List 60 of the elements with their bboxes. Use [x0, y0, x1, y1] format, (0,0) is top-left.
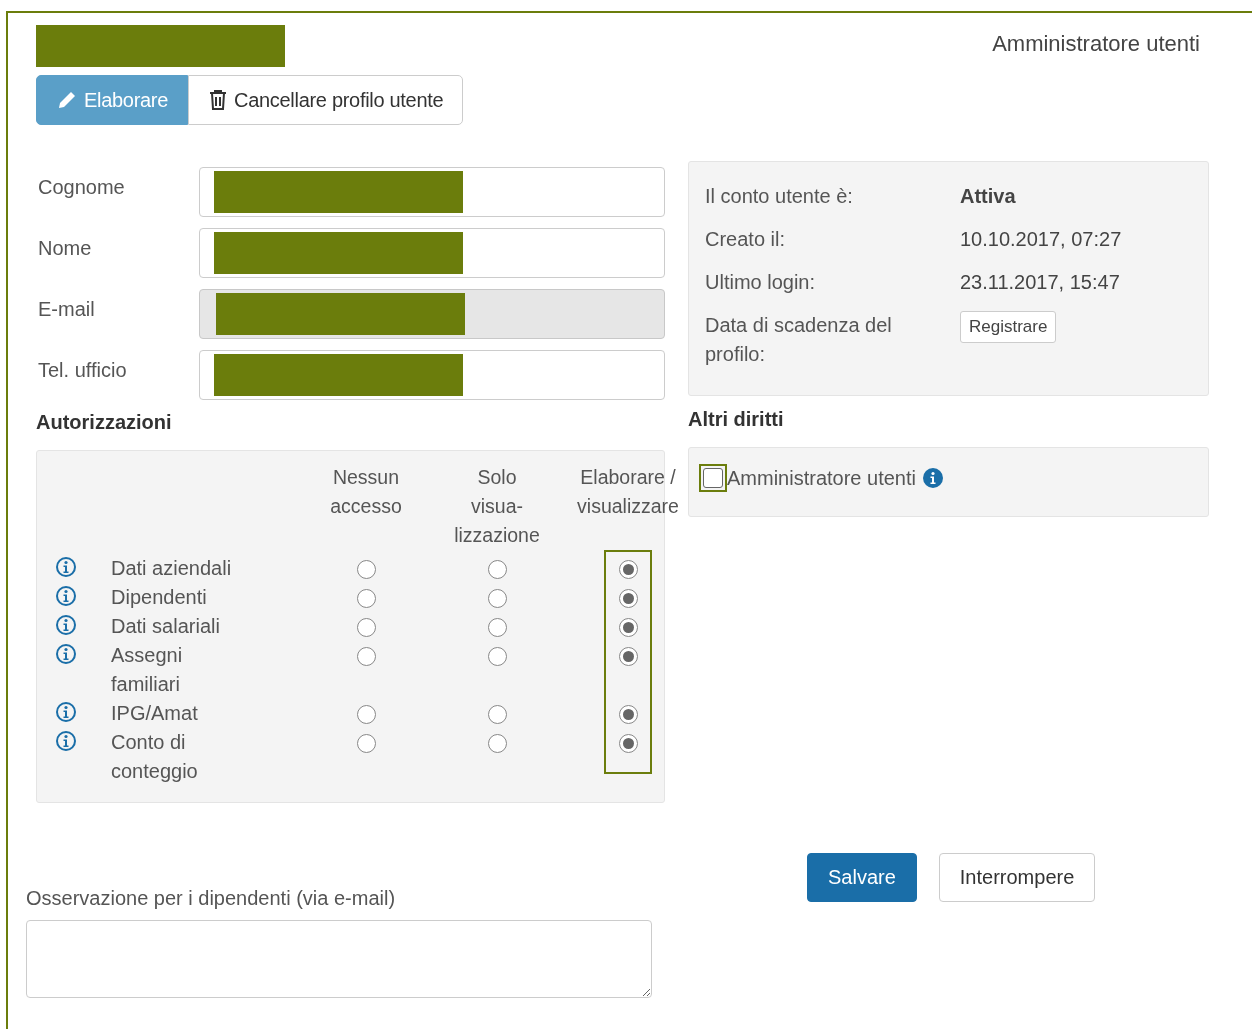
info-icon[interactable]	[921, 467, 944, 489]
cancel-button[interactable]: Interrompere	[938, 853, 1096, 902]
info-icon[interactable]	[55, 585, 77, 607]
delete-button[interactable]: Cancellare profilo utente	[188, 75, 464, 125]
info-value: 10.10.2017, 07:27	[960, 227, 1123, 252]
column-header: Nessun accesso	[330, 465, 402, 519]
section-title: Altri diritti	[688, 408, 785, 431]
field-label: Cognome	[37, 176, 126, 199]
info-value: Attiva	[960, 184, 1017, 209]
radio-button[interactable]	[487, 618, 507, 637]
radio-button[interactable]	[618, 589, 638, 608]
info-value: 23.11.2017, 15:47	[960, 270, 1121, 295]
permission-label: Dati salariali	[111, 614, 221, 639]
info-icon[interactable]	[55, 701, 77, 723]
radio-button[interactable]	[356, 618, 376, 637]
radio-button[interactable]	[618, 647, 638, 666]
input-field[interactable]	[199, 349, 665, 400]
radio-button[interactable]	[618, 618, 638, 637]
radio-button[interactable]	[356, 734, 376, 753]
info-label: Data di scadenza del profilo:	[705, 313, 893, 367]
permission-label: Assegni familiari	[111, 643, 184, 697]
section-title: Autorizzazioni	[36, 411, 173, 434]
info-icon[interactable]	[55, 556, 77, 578]
input-field[interactable]	[199, 166, 665, 217]
radio-button[interactable]	[356, 589, 376, 608]
info-label: Il conto utente è:	[705, 184, 854, 209]
column-header: Solo visua- lizzazione	[454, 465, 540, 548]
user-role: Amministratore utenti	[992, 31, 1200, 57]
trash-icon	[208, 89, 229, 111]
radio-button[interactable]	[356, 705, 376, 724]
radio-button[interactable]	[487, 560, 507, 579]
note-field[interactable]	[26, 920, 652, 998]
input-field[interactable]	[199, 227, 665, 278]
radio-button[interactable]	[618, 560, 638, 579]
permission-label: Dipendenti	[111, 585, 208, 610]
info-icon[interactable]	[55, 614, 77, 636]
radio-button[interactable]	[618, 734, 638, 753]
info-label: Ultimo login:	[705, 270, 817, 295]
radio-button[interactable]	[356, 647, 376, 666]
radio-button[interactable]	[487, 705, 507, 724]
radio-button[interactable]	[618, 705, 638, 724]
info-label: Creato il:	[705, 227, 787, 252]
field-label: Tel. ufficio	[37, 359, 128, 382]
radio-button[interactable]	[487, 734, 507, 753]
radio-button[interactable]	[487, 647, 507, 666]
info-icon[interactable]	[55, 730, 77, 752]
permission-label: Conto di conteggio	[111, 730, 199, 784]
field-label: Nome	[37, 237, 93, 260]
pencil-icon	[56, 89, 78, 111]
radio-button[interactable]	[356, 560, 376, 579]
save-button[interactable]: Salvare	[807, 853, 917, 902]
register-button[interactable]: Registrare	[960, 311, 1057, 343]
permission-label: Dati aziendali	[111, 556, 233, 581]
field-label: E-mail	[37, 298, 96, 321]
checkbox-label: Amministratore utenti	[727, 466, 916, 490]
column-header: Elaborare / visualizzare	[577, 465, 679, 519]
field-label: Osservazione per i dipendenti (via e-mail)	[26, 887, 397, 910]
permission-label: IPG/Amat	[111, 701, 199, 726]
info-icon[interactable]	[55, 643, 77, 665]
radio-button[interactable]	[487, 589, 507, 608]
